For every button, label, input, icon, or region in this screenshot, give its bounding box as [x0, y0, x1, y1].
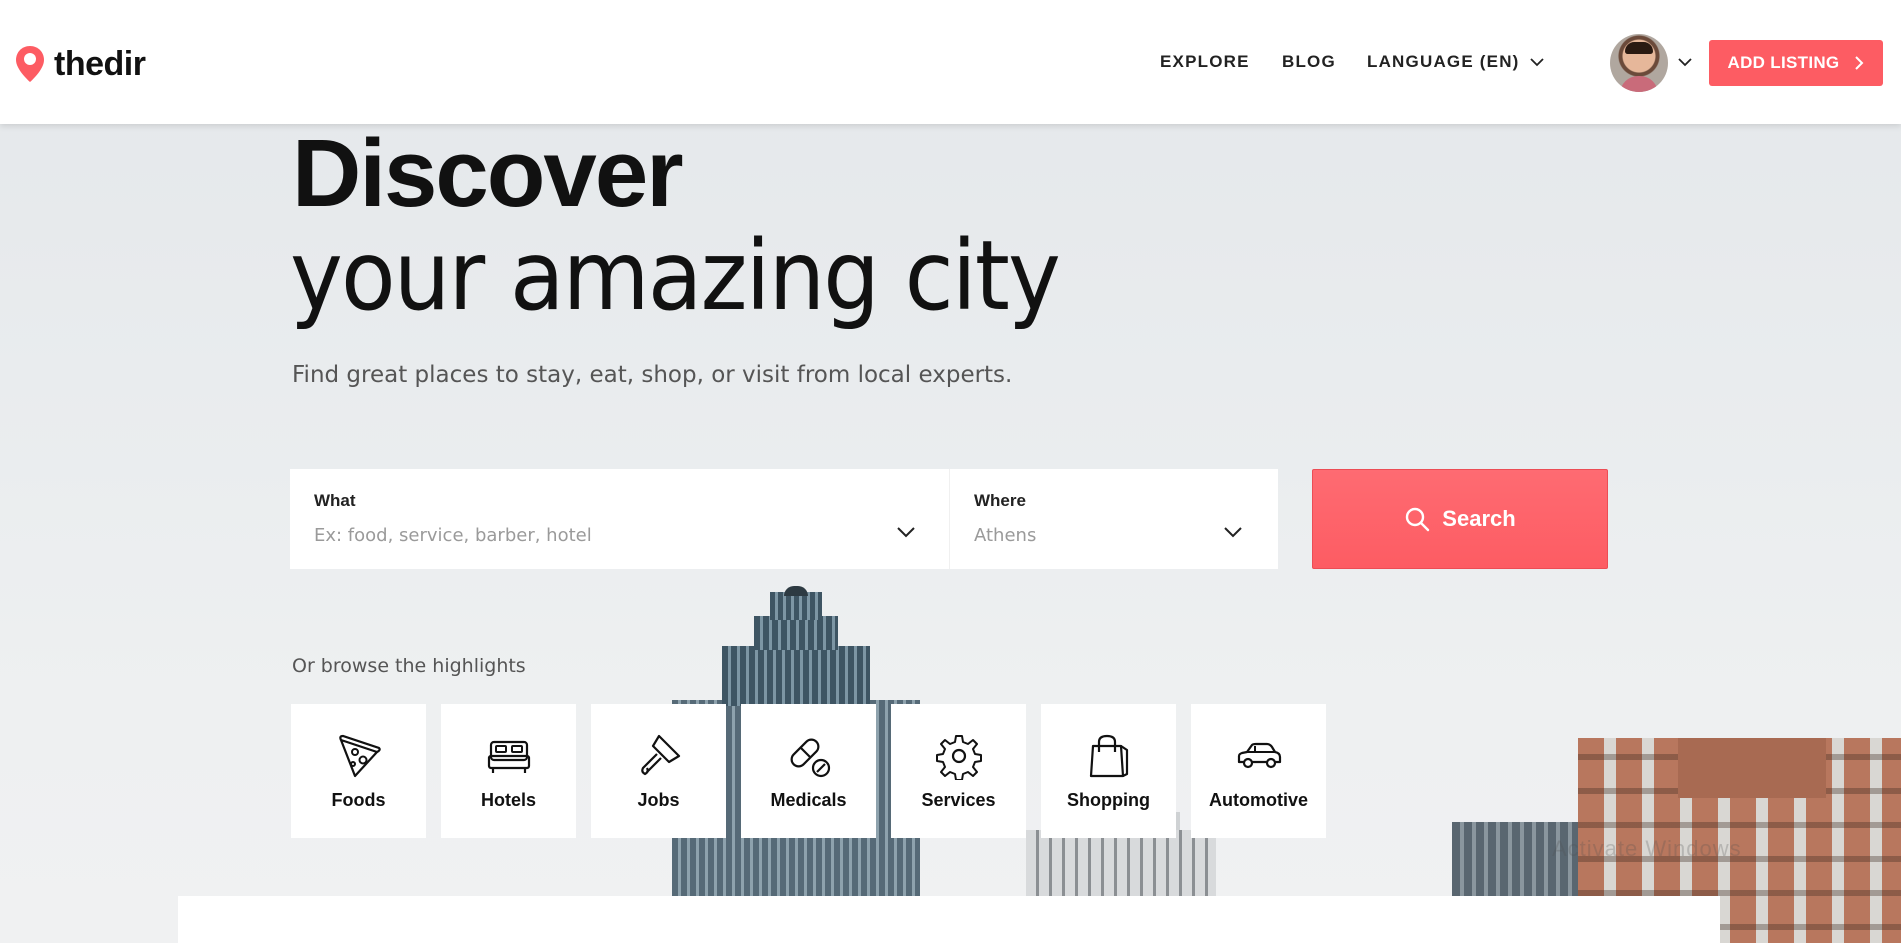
gear-icon — [935, 734, 982, 780]
windows-watermark: Activate Windows — [1552, 836, 1742, 861]
hero-title-bold: Discover — [292, 120, 684, 227]
chevron-down-icon — [1529, 57, 1544, 66]
what-field[interactable]: What — [290, 469, 950, 569]
category-label: Services — [921, 789, 996, 810]
skyscraper-crown — [770, 592, 822, 620]
hero-title-light: your amazing city — [290, 220, 1061, 332]
skyscraper-top — [754, 616, 838, 650]
avatar-shirt — [1620, 76, 1658, 92]
skyscraper-spire — [784, 586, 808, 596]
browse-highlights-label: Or browse the highlights — [292, 655, 526, 677]
add-listing-button[interactable]: ADD LISTING — [1709, 40, 1883, 86]
category-jobs[interactable]: Jobs — [591, 704, 726, 838]
category-medicals[interactable]: Medicals — [741, 704, 876, 838]
nav-language-label: LANGUAGE (EN) — [1367, 52, 1520, 71]
where-field[interactable]: Where — [950, 469, 1278, 569]
chevron-right-icon — [1855, 56, 1864, 70]
category-label: Automotive — [1209, 789, 1308, 810]
what-input[interactable] — [314, 525, 834, 546]
pill-icon — [790, 738, 830, 777]
map-pin-icon — [16, 46, 44, 82]
chevron-down-icon[interactable] — [1224, 527, 1242, 538]
category-shopping[interactable]: Shopping — [1041, 704, 1176, 838]
category-foods[interactable]: Foods — [291, 704, 426, 838]
add-listing-label: ADD LISTING — [1727, 53, 1840, 72]
bed-icon — [487, 740, 530, 773]
category-services[interactable]: Services — [891, 704, 1026, 838]
avatar[interactable] — [1610, 34, 1668, 92]
where-input[interactable] — [974, 525, 1212, 546]
content-card — [178, 896, 1720, 943]
category-label: Medicals — [770, 789, 847, 810]
category-list: Foods Hotels Jobs Medicals Services Shop… — [291, 704, 1326, 838]
nav-blog[interactable]: BLOG — [1282, 52, 1336, 72]
category-hotels[interactable]: Hotels — [441, 704, 576, 838]
hero-background: Activate Windows Discover your amazing c… — [0, 0, 1901, 943]
where-label: Where — [974, 491, 1026, 510]
category-automotive[interactable]: Automotive — [1191, 704, 1326, 838]
category-label: Hotels — [480, 789, 536, 810]
paint-brush-icon — [640, 734, 680, 775]
logo-text: thedir — [54, 44, 146, 83]
search-icon — [1406, 507, 1430, 532]
brick-building-top — [1678, 738, 1826, 798]
hero-subtitle: Find great places to stay, eat, shop, or… — [292, 362, 1013, 388]
skyscraper-upper — [722, 646, 870, 706]
car-icon — [1237, 742, 1281, 768]
chevron-down-icon[interactable] — [897, 527, 915, 538]
nav-explore[interactable]: EXPLORE — [1160, 52, 1250, 72]
avatar-hair — [1625, 42, 1653, 54]
logo[interactable]: thedir — [14, 44, 146, 84]
nav-language[interactable]: LANGUAGE (EN) — [1367, 52, 1544, 72]
site-header: thedir EXPLORE BLOG LANGUAGE (EN) ADD LI… — [0, 0, 1901, 124]
shopping-bag-icon — [1089, 734, 1128, 777]
category-label: Foods — [331, 789, 386, 810]
category-label: Jobs — [637, 789, 680, 810]
search-button-label: Search — [1442, 506, 1516, 531]
what-label: What — [314, 491, 356, 510]
chevron-down-icon[interactable] — [1678, 58, 1692, 67]
pizza-icon — [338, 734, 381, 777]
category-label: Shopping — [1067, 789, 1150, 810]
search-button[interactable]: Search — [1312, 469, 1608, 569]
search-form: What Where — [290, 469, 1278, 569]
